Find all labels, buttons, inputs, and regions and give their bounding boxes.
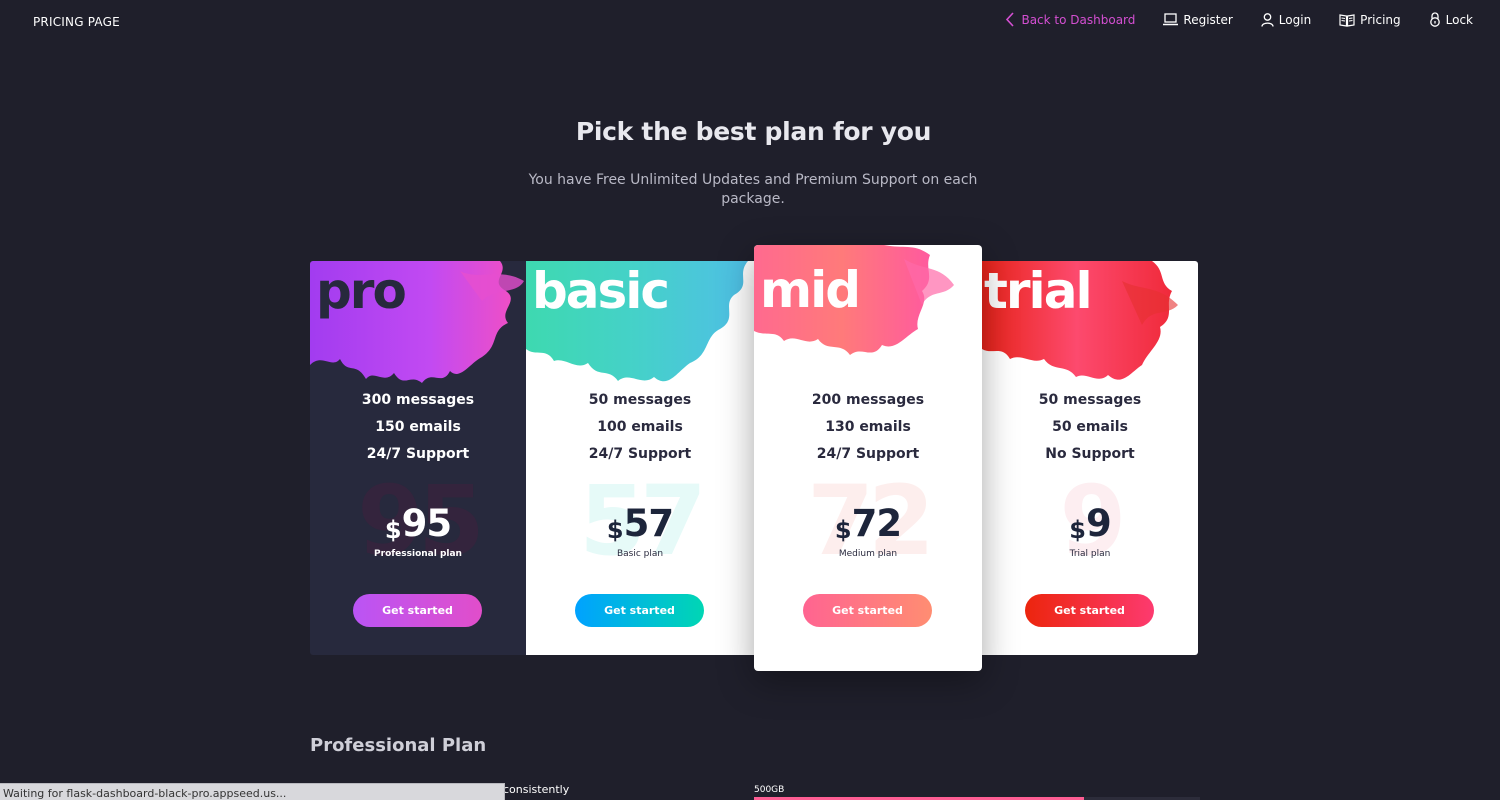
feature-item: 24/7 Support bbox=[816, 446, 920, 462]
price: $95 bbox=[310, 504, 526, 551]
feature-list: 50 messages 50 emails No Support bbox=[982, 387, 1198, 468]
back-to-dashboard-label: Back to Dashboard bbox=[1021, 12, 1136, 27]
section-title: Professional Plan bbox=[310, 735, 487, 756]
plan-name: basic bbox=[532, 262, 670, 320]
get-started-button[interactable]: Get started bbox=[1025, 594, 1154, 627]
price-amount: 57 bbox=[623, 502, 674, 545]
plan-description: Trial plan bbox=[1069, 549, 1111, 559]
plan-description: Medium plan bbox=[838, 549, 898, 559]
brand-link[interactable]: PRICING PAGE bbox=[33, 15, 120, 29]
register-link[interactable]: Register bbox=[1163, 12, 1233, 27]
price-currency: $ bbox=[384, 516, 402, 544]
feature-item: No Support bbox=[1045, 446, 1135, 462]
lock-label: Lock bbox=[1445, 12, 1473, 27]
price: $72 bbox=[754, 504, 982, 551]
plan-name: pro bbox=[316, 262, 407, 320]
plan-description: Basic plan bbox=[616, 549, 664, 559]
feature-item: 300 messages bbox=[361, 392, 475, 408]
back-to-dashboard-link[interactable]: Back to Dashboard bbox=[1005, 12, 1135, 27]
plan-detail-text: consistently bbox=[503, 783, 570, 796]
get-started-button[interactable]: Get started bbox=[575, 594, 704, 627]
plan-name: mid bbox=[760, 261, 861, 319]
feature-list: 200 messages 130 emails 24/7 Support bbox=[754, 387, 982, 468]
feature-item: 100 emails bbox=[597, 419, 683, 435]
pricing-card-mid: mid 200 messages 130 emails 24/7 Support… bbox=[754, 245, 982, 671]
chevron-left-icon bbox=[1006, 12, 1015, 27]
feature-item: 50 emails bbox=[1052, 419, 1128, 435]
login-label: Login bbox=[1278, 12, 1312, 27]
get-started-button[interactable]: Get started bbox=[353, 594, 482, 627]
price: $9 bbox=[982, 504, 1198, 551]
book-icon bbox=[1339, 13, 1355, 27]
plan-name: trial bbox=[984, 262, 1093, 320]
pricing-card-basic: basic 50 messages 100 emails 24/7 Suppor… bbox=[526, 261, 754, 655]
price: $57 bbox=[526, 504, 754, 551]
pricing-card-pro: pro 300 messages 150 emails 24/7 Support… bbox=[310, 261, 526, 655]
page-subtitle: You have Free Unlimited Updates and Prem… bbox=[528, 172, 978, 207]
laptop-icon bbox=[1163, 13, 1179, 26]
price-currency: $ bbox=[834, 516, 852, 544]
get-started-button[interactable]: Get started bbox=[803, 594, 932, 627]
price-currency: $ bbox=[606, 516, 624, 544]
login-link[interactable]: Login bbox=[1261, 13, 1311, 27]
feature-item: 50 messages bbox=[1038, 392, 1142, 408]
pricing-card-trial: trial 50 messages 50 emails No Support 9… bbox=[982, 261, 1198, 655]
nav-links: Back to Dashboard Register Login Pricing… bbox=[977, 12, 1473, 27]
price-currency: $ bbox=[1069, 516, 1086, 544]
feature-list: 300 messages 150 emails 24/7 Support bbox=[310, 387, 526, 468]
user-icon bbox=[1261, 12, 1274, 27]
feature-list: 50 messages 100 emails 24/7 Support bbox=[526, 387, 754, 468]
feature-item: 200 messages bbox=[811, 392, 925, 408]
browser-status-bar: Waiting for flask-dashboard-black-pro.ap… bbox=[0, 783, 505, 800]
pricing-label: Pricing bbox=[1360, 12, 1401, 27]
price-amount: 9 bbox=[1085, 502, 1112, 545]
storage-label: 500GB bbox=[754, 785, 785, 795]
navbar: PRICING PAGE Back to Dashboard Register … bbox=[0, 0, 1500, 46]
feature-item: 150 emails bbox=[375, 419, 461, 435]
price-amount: 72 bbox=[851, 502, 902, 545]
price-amount: 95 bbox=[401, 502, 452, 545]
feature-item: 24/7 Support bbox=[588, 446, 692, 462]
lock-icon bbox=[1429, 12, 1440, 27]
page-title: Pick the best plan for you bbox=[575, 117, 932, 146]
plan-description: Professional plan bbox=[374, 549, 462, 559]
register-label: Register bbox=[1183, 12, 1233, 27]
lock-link[interactable]: Lock bbox=[1429, 12, 1473, 27]
feature-item: 50 messages bbox=[588, 392, 692, 408]
feature-item: 24/7 Support bbox=[366, 446, 470, 462]
pricing-link[interactable]: Pricing bbox=[1339, 12, 1401, 27]
feature-item: 130 emails bbox=[825, 419, 911, 435]
